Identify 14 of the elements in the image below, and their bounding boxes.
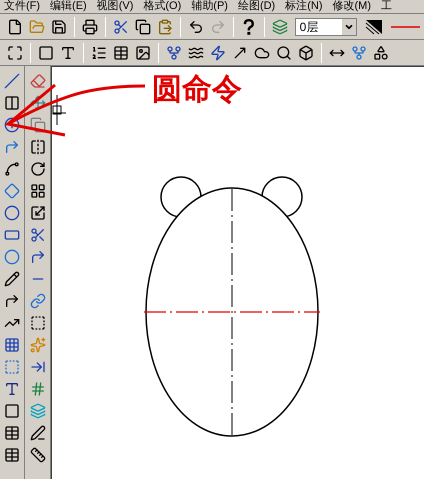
menu-item[interactable]: 工: [381, 1, 392, 12]
annotation-text: 圆命令: [152, 75, 242, 105]
layer-select[interactable]: 0层: [294, 18, 358, 36]
menu-item[interactable]: 修改(M): [332, 1, 372, 12]
menu-item[interactable]: 编辑(E): [50, 1, 87, 12]
menu-item[interactable]: 格式(O): [143, 1, 182, 12]
menu-item[interactable]: 标注(N): [285, 1, 323, 12]
color-icon[interactable]: [365, 18, 383, 34]
menu-item[interactable]: 视图(V): [96, 1, 134, 12]
menu-item[interactable]: 绘图(D): [238, 1, 276, 12]
help-icon[interactable]: [242, 18, 256, 36]
menu-item[interactable]: 辅助(P): [191, 1, 228, 12]
menu-item[interactable]: 文件(F): [4, 1, 40, 12]
crosshair-cursor: [52, 94, 66, 126]
